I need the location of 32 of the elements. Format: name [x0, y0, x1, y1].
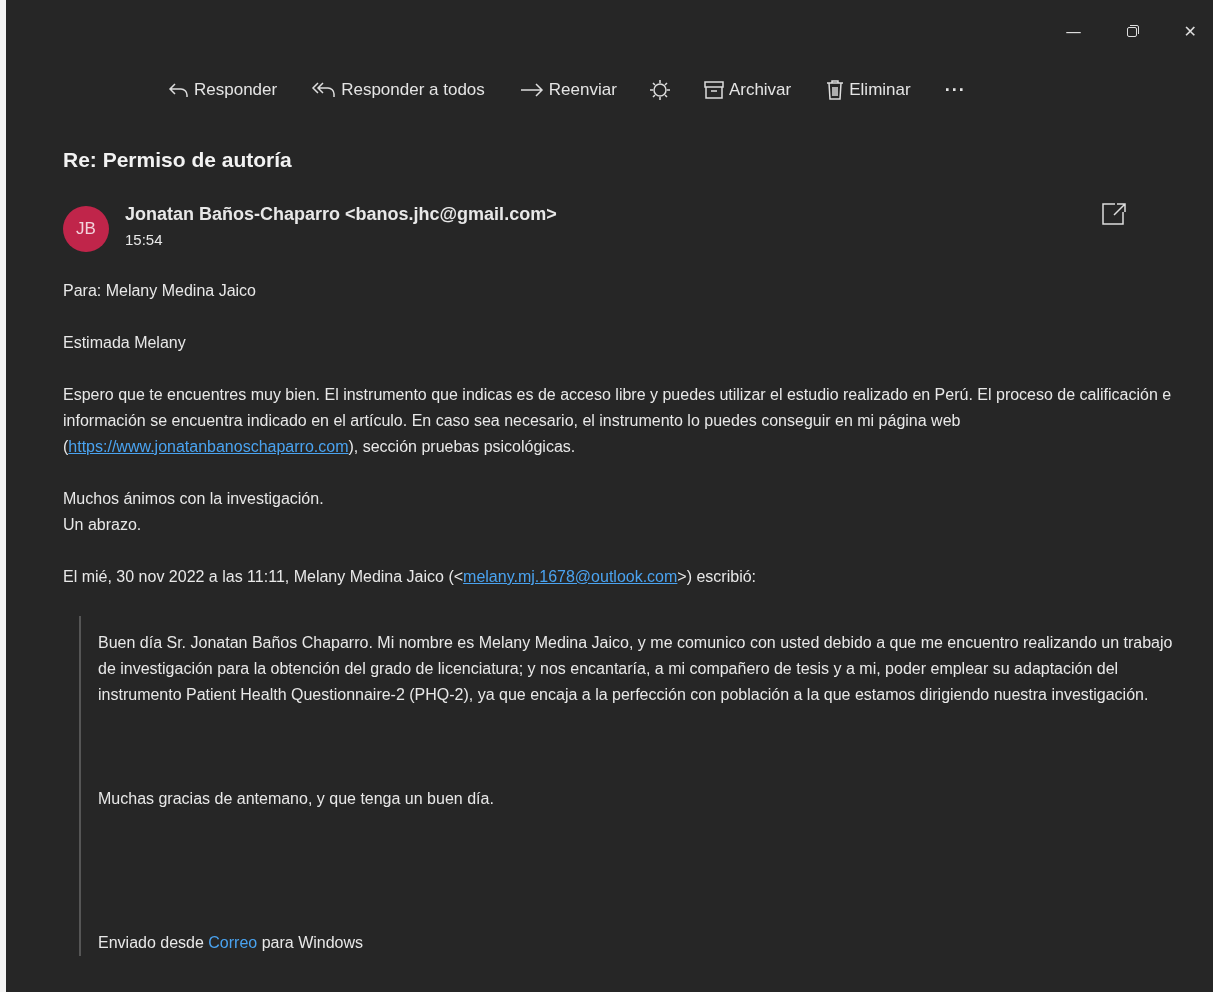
closing-line: Un abrazo.	[63, 515, 143, 535]
quote-header: El mié, 30 nov 2022 a las 11:11, Melany Medina Jaico (<melany.mj.1678@outlook.com>) escribió:	[63, 567, 758, 587]
reply-button[interactable]: Responder	[166, 78, 280, 102]
recipient-line: Para: Melany Medina Jaico	[63, 281, 257, 301]
website-link[interactable]: https://www.jonatanbanoschaparro.com	[68, 438, 349, 455]
close-button[interactable]: ✕	[1179, 17, 1201, 45]
sender-avatar: JB	[63, 206, 109, 252]
minimize-button[interactable]: —	[1061, 17, 1086, 45]
reply-all-icon	[311, 81, 338, 99]
archive-button[interactable]: Archivar	[700, 78, 794, 102]
forward-button[interactable]: Reenviar	[516, 78, 619, 102]
mail-app-link[interactable]: Correo	[208, 934, 258, 951]
sun-icon[interactable]	[648, 79, 671, 101]
quoted-thanks: Muchas gracias de antemano, y que tenga un buen día.	[98, 789, 495, 809]
pop-out-icon[interactable]	[1101, 202, 1127, 226]
more-button[interactable]: ···	[942, 77, 968, 103]
arrow-right-icon	[518, 81, 545, 99]
trash-icon	[825, 79, 846, 101]
quoted-paragraph: Buen día Sr. Jonatan Baños Chaparro. Mi nombre es Melany Medina Jaico, y me comunico con usted debido a que me encuentro realizando un trabajo de investigación para la obtención del grado de licenciatura; y nos encantaría, a mi compañero de tesis y a mi, poder emplear su adaptación del instrumento Patient Health Questionnaire-2 (PHQ-2), ya que encaja a la perfección con población a la que estamos dirigiendo nuestra investigación.	[98, 633, 1174, 705]
archive-box-icon	[702, 80, 725, 100]
sent-time: 15:54	[125, 231, 164, 248]
email-subject: Re: Permiso de autoría	[63, 148, 293, 172]
reply-icon	[168, 81, 190, 99]
message-paragraph: Espero que te encuentres muy bien. El instrumento que indicas es de acceso libre y puedes utilizar el estudio realizado en Perú. El proceso de calificación e información se encuentra indicado en el artículo. En caso sea necesario, el instrumento lo puedes conseguir en mi página web (https://www.jonatanbanoschaparro.com), sección pruebas psicológicas.	[63, 385, 1173, 457]
closing-line: Muchos ánimos con la investigación.	[63, 489, 325, 509]
quoted-signature: Enviado desde Correo para Windows	[98, 933, 365, 953]
email-link[interactable]: melany.mj.1678@outlook.com	[463, 568, 678, 585]
sender-name: Jonatan Baños-Chaparro <banos.jhc@gmail.com>	[125, 204, 558, 225]
delete-button[interactable]: Eliminar	[823, 77, 913, 103]
reply-all-button[interactable]: Responder a todos	[309, 78, 487, 102]
restore-icon[interactable]	[1125, 24, 1140, 38]
greeting: Estimada Melany	[63, 333, 187, 353]
